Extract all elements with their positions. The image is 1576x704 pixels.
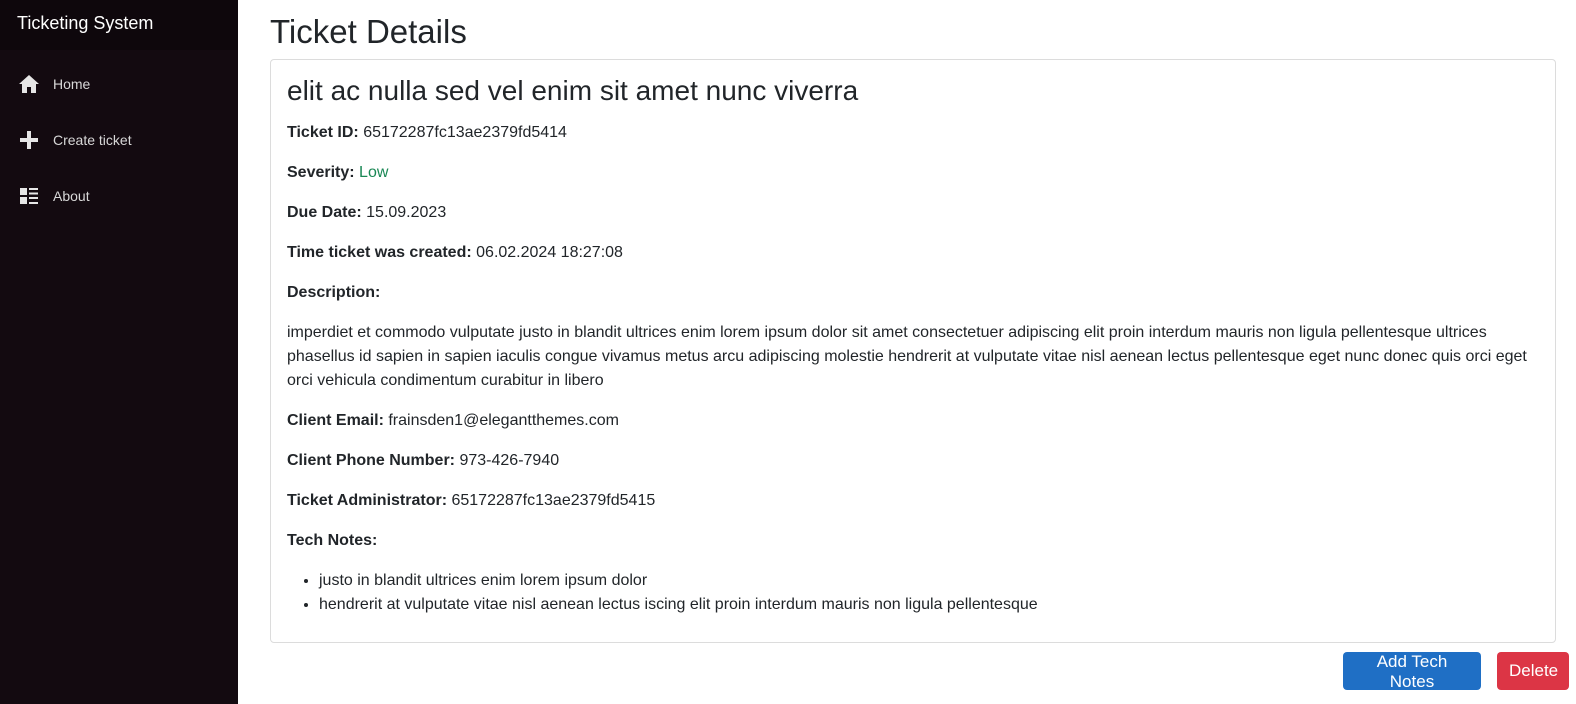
delete-button[interactable]: Delete [1497,652,1569,690]
ticket-id-value: 65172287fc13ae2379fd5414 [363,124,567,141]
client-phone-value: 973-426-7940 [459,452,560,469]
field-label: Ticket ID: [287,124,359,141]
created-time-field: Time ticket was created: 06.02.2024 18:2… [287,241,1539,265]
field-label: Client Phone Number: [287,452,456,469]
add-tech-notes-button[interactable]: Add Tech Notes [1343,652,1481,691]
description-label: Description: [287,281,1539,305]
list-item: hendrerit at vulputate vitae nisl aenean… [319,593,1539,617]
field-label: Client Email: [287,412,384,429]
field-label: Tech Notes: [287,532,378,549]
ticket-card: elit ac nulla sed vel enim sit amet nunc… [270,59,1556,643]
field-label: Time ticket was created: [287,244,472,261]
home-icon [19,74,39,94]
created-time-value: 06.02.2024 18:27:08 [476,244,623,261]
page-title: Ticket Details [270,13,467,50]
client-email-value: frainsden1@elegantthemes.com [388,412,619,429]
main-content: Ticket Details elit ac nulla sed vel eni… [270,0,1558,643]
ticket-admin-value: 65172287fc13ae2379fd5415 [451,492,656,509]
severity-value: Low [359,164,389,181]
sidebar-item-label: Create ticket [53,132,132,148]
sidebar-item-home[interactable]: Home [0,56,238,112]
ticket-actions: Add Tech Notes Delete [1343,652,1569,691]
ticket-title: elit ac nulla sed vel enim sit amet nunc… [287,75,859,106]
tech-notes-list: justo in blandit ultrices enim lorem ips… [287,569,1539,617]
field-label: Severity: [287,164,355,181]
app-brand[interactable]: Ticketing System [0,0,238,50]
field-label: Ticket Administrator: [287,492,448,509]
sidebar-item-label: Home [53,76,91,92]
tech-notes-label: Tech Notes: [287,529,1539,553]
ticket-admin-field: Ticket Administrator: 65172287fc13ae2379… [287,489,1539,513]
severity-field: Severity: Low [287,161,1539,185]
field-label: Description: [287,284,381,301]
client-email-field: Client Email: frainsden1@elegantthemes.c… [287,409,1539,433]
list-icon [19,186,39,206]
sidebar: Ticketing System Home Create ticket Abou… [0,0,238,704]
sidebar-item-create-ticket[interactable]: Create ticket [0,112,238,168]
due-date-field: Due Date: 15.09.2023 [287,201,1539,225]
plus-icon [19,130,39,150]
list-item: justo in blandit ultrices enim lorem ips… [319,569,1539,593]
sidebar-nav: Home Create ticket About [0,56,238,224]
ticket-id-field: Ticket ID: 65172287fc13ae2379fd5414 [287,121,1539,145]
due-date-value: 15.09.2023 [366,204,447,221]
sidebar-item-about[interactable]: About [0,168,238,224]
description-text: imperdiet et commodo vulputate justo in … [287,324,1527,389]
field-label: Due Date: [287,204,362,221]
sidebar-item-label: About [53,188,90,204]
client-phone-field: Client Phone Number: 973-426-7940 [287,449,1539,473]
